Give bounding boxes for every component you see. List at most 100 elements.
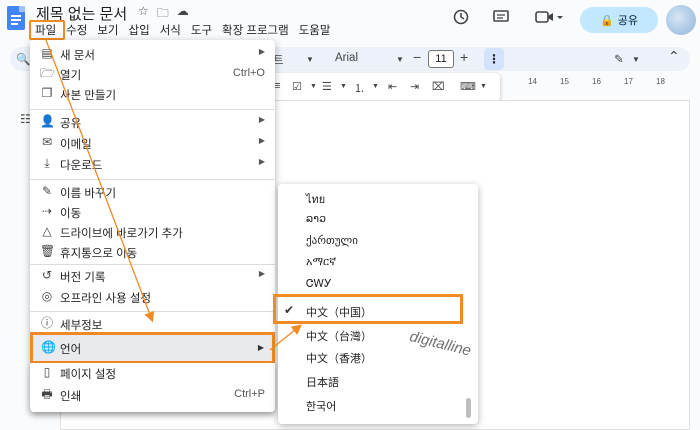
- menu-item-label: 드라이브에 바로가기 추가: [60, 228, 183, 240]
- language-option[interactable]: ᏣᎳᎩ: [278, 274, 478, 296]
- submenu-arrow-icon: ▶: [258, 115, 265, 124]
- docs-logo-icon[interactable]: [7, 6, 25, 30]
- overflow-toolbar: ≡ ☑ ▼ ☰ ▼ ⒈ ▼ ⇤ ⇥ ⌧ ⌨ ▼: [270, 73, 500, 101]
- menu-format[interactable]: 서식: [155, 23, 186, 39]
- menu-item-label: 언어: [60, 344, 82, 356]
- share-label: 공유: [617, 15, 638, 27]
- style-chevron-icon[interactable]: ▼: [306, 55, 314, 64]
- decrease-indent-icon[interactable]: ⇤: [388, 80, 397, 93]
- menu-item-email[interactable]: ✉ 이메일 ▶: [30, 133, 275, 153]
- star-icon[interactable]: ☆: [138, 4, 149, 25]
- submenu-arrow-icon: ▶: [258, 47, 265, 56]
- avatar[interactable]: [666, 5, 696, 35]
- meet-icon[interactable]: [534, 8, 564, 26]
- submenu-arrow-icon: ▶: [258, 136, 265, 145]
- ruler-label: 14: [528, 77, 537, 86]
- menu-item-add-shortcut[interactable]: △ 드라이브에 바로가기 추가: [30, 222, 275, 242]
- font-size-input[interactable]: 11: [428, 50, 454, 68]
- menu-item-details[interactable]: ⓘ 세부정보: [30, 314, 275, 334]
- menu-item-move[interactable]: ⇢ 이동: [30, 202, 275, 222]
- menu-item-label: 세부정보: [60, 320, 103, 332]
- email-icon: ✉: [41, 135, 53, 149]
- menu-item-label: 다운로드: [60, 160, 103, 172]
- cloud-status-icon[interactable]: ☁: [177, 4, 189, 25]
- language-option[interactable]: ไทย: [278, 186, 478, 208]
- menu-item-print[interactable]: 🖶 인쇄 Ctrl+P: [30, 385, 275, 405]
- menu-bar: 파일 수정 보기 삽입 서식 도구 확장 프로그램 도움말: [30, 23, 335, 39]
- numbered-list-icon[interactable]: ⒈: [354, 80, 365, 96]
- menu-item-open[interactable]: 🗁 열기 Ctrl+O: [30, 64, 275, 84]
- language-option[interactable]: ລາວ: [278, 208, 478, 230]
- file-menu-bottom: ▯ 페이지 설정 🖶 인쇄 Ctrl+P: [30, 363, 275, 412]
- clear-formatting-icon[interactable]: ⌧: [432, 80, 445, 93]
- trash-icon: 🗑: [40, 244, 56, 258]
- open-folder-icon: 🗁: [40, 66, 55, 80]
- menu-view[interactable]: 보기: [92, 23, 123, 39]
- history-icon: ↺: [41, 268, 53, 282]
- menu-divider: [30, 179, 275, 180]
- file-menu-highlight: [29, 20, 65, 40]
- language-option[interactable]: ქართული: [278, 230, 478, 252]
- search-menus-icon[interactable]: 🔍: [16, 52, 30, 66]
- language-label: ქართული: [306, 235, 358, 247]
- edit-mode-chevron-icon[interactable]: ▼: [632, 55, 640, 64]
- menu-item-label: 새 문서: [60, 50, 95, 62]
- font-dropdown[interactable]: Arial: [335, 52, 358, 64]
- submenu-arrow-icon: ▶: [258, 269, 265, 278]
- comments-icon[interactable]: [492, 8, 510, 26]
- bullet-list-icon[interactable]: ☰: [322, 80, 332, 93]
- menu-item-label: 버전 기록: [60, 272, 106, 284]
- menu-help[interactable]: 도움말: [294, 23, 336, 39]
- font-chevron-icon[interactable]: ▼: [396, 55, 404, 64]
- menu-extensions[interactable]: 확장 프로그램: [217, 23, 294, 39]
- submenu-scrollbar[interactable]: [466, 398, 471, 418]
- menu-item-version-history[interactable]: ↺ 버전 기록 ▶: [30, 266, 275, 286]
- folder-move-icon[interactable]: 🗀: [157, 4, 169, 25]
- menu-item-new-document[interactable]: ▤ 새 문서 ▶: [30, 44, 275, 64]
- ruler[interactable]: 14 15 16 17 18: [500, 77, 690, 93]
- menu-item-share[interactable]: 👤 공유 ▶: [30, 112, 275, 132]
- drive-shortcut-icon: △: [42, 224, 52, 238]
- bullet-chevron-icon[interactable]: ▼: [340, 83, 347, 90]
- selected-language-highlight: [273, 294, 463, 324]
- checklist-chevron-icon[interactable]: ▼: [310, 83, 317, 90]
- edit-mode-icon[interactable]: ✎: [614, 52, 624, 66]
- menu-item-rename[interactable]: ✎ 이름 바꾸기: [30, 182, 275, 202]
- menu-insert[interactable]: 삽입: [124, 23, 155, 39]
- increase-indent-icon[interactable]: ⇥: [410, 80, 419, 93]
- menu-item-language[interactable]: 🌐 언어 ▶: [30, 332, 275, 364]
- checklist-icon[interactable]: ☑: [292, 80, 302, 93]
- menu-edit[interactable]: 수정: [61, 23, 92, 39]
- menu-item-make-copy[interactable]: ❐ 사본 만들기: [30, 84, 275, 104]
- collapse-toolbar-icon[interactable]: ⌃: [668, 48, 680, 65]
- language-label: 中文（台灣）: [306, 331, 372, 343]
- numbered-chevron-icon[interactable]: ▼: [372, 83, 379, 90]
- menu-item-offline[interactable]: ◎ 오프라인 사용 설정: [30, 287, 275, 307]
- menu-tools[interactable]: 도구: [186, 23, 217, 39]
- language-label: አማርኛ: [306, 256, 337, 268]
- increase-font-icon[interactable]: +: [460, 49, 468, 65]
- lock-icon: 🔒: [600, 14, 614, 27]
- history-icon[interactable]: [452, 8, 470, 26]
- language-option[interactable]: 한국어: [278, 394, 478, 416]
- language-label: ລາວ: [306, 213, 327, 225]
- language-option[interactable]: አማርኛ: [278, 252, 478, 274]
- decrease-font-icon[interactable]: −: [413, 49, 421, 65]
- menu-divider: [30, 109, 275, 110]
- menu-item-label: 이동: [60, 208, 82, 220]
- person-add-icon: 👤: [40, 114, 55, 128]
- input-tools-chevron-icon[interactable]: ▼: [480, 83, 487, 90]
- more-options-button[interactable]: ⋮: [484, 48, 504, 70]
- share-button[interactable]: 🔒 공유: [580, 7, 658, 33]
- menu-item-page-setup[interactable]: ▯ 페이지 설정: [30, 363, 275, 383]
- menu-item-label: 오프라인 사용 설정: [60, 293, 152, 305]
- download-icon: ⤓: [44, 156, 50, 170]
- menu-item-move-to-trash[interactable]: 🗑 휴지통으로 이동: [30, 242, 275, 262]
- rename-icon: ✎: [41, 184, 53, 198]
- language-label: ไทย: [306, 194, 326, 206]
- menu-item-label: 공유: [60, 118, 82, 130]
- language-option[interactable]: 日本語: [278, 370, 478, 392]
- menu-item-download[interactable]: ⤓ 다운로드 ▶: [30, 154, 275, 174]
- ruler-label: 17: [624, 77, 633, 86]
- input-tools-icon[interactable]: ⌨: [460, 80, 476, 93]
